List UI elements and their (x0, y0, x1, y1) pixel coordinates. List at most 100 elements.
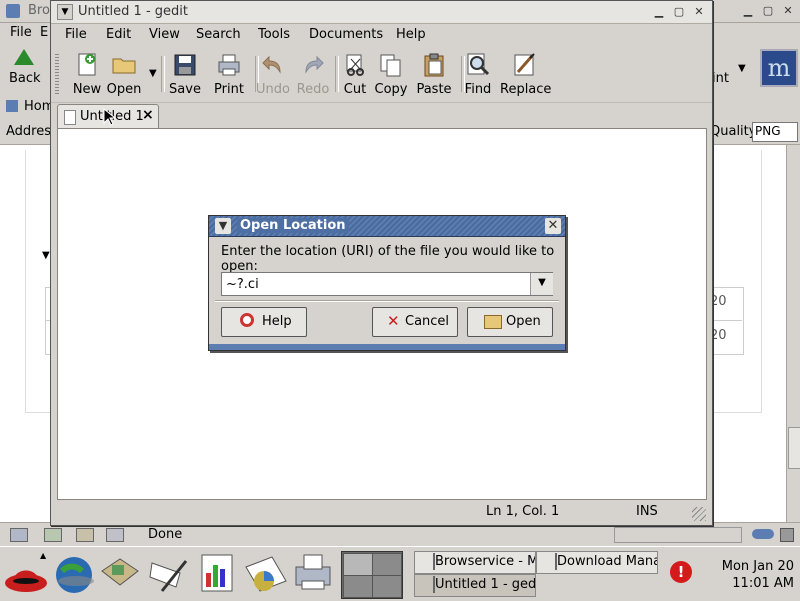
dialog-menu-icon[interactable]: ▼ (215, 218, 231, 234)
dialog-titlebar[interactable]: ▼ Open Location ✕ (209, 216, 565, 237)
paste-button[interactable]: Paste (409, 52, 459, 100)
taskbar-item-gedit[interactable]: Untitled 1 - gedit (414, 574, 536, 597)
print-button[interactable]: Print (204, 52, 254, 100)
browser-menu-file[interactable]: File (10, 25, 32, 40)
chevron-down-icon[interactable]: ▼ (530, 273, 553, 295)
status-icon-3[interactable] (76, 528, 94, 542)
panel-arrow-icon[interactable]: ▲ (40, 551, 46, 560)
save-button[interactable]: Save (160, 52, 210, 100)
workspace-4[interactable] (372, 575, 402, 598)
gedit-titlebar[interactable]: ▼ Untitled 1 - gedit ▁ ▢ ✕ (51, 1, 712, 24)
clock-date: Mon Jan 20 (721, 559, 794, 574)
clipboard-icon (421, 52, 447, 78)
open-label: Open (506, 314, 541, 329)
print-label: Print (214, 82, 244, 97)
toolbar-handle[interactable] (55, 54, 59, 96)
writer-launcher-icon[interactable] (148, 551, 192, 595)
help-button[interactable]: Help (221, 307, 307, 337)
taskbar-item-browservice[interactable]: Browservice - Mo (414, 551, 536, 574)
quality-label: Quality (710, 124, 757, 139)
gedit-statusbar: Ln 1, Col. 1 INS (51, 501, 712, 525)
dialog-bottom-edge (209, 344, 565, 350)
taskbar-item-download-manager[interactable]: Download Manage (536, 551, 658, 574)
menu-edit[interactable]: Edit (106, 27, 131, 42)
workspace-3[interactable] (343, 575, 373, 598)
open-recent-chevron-icon[interactable]: ▼ (149, 68, 157, 79)
find-button[interactable]: Find (453, 52, 503, 100)
back-button[interactable]: Back (9, 71, 41, 86)
chevron-down-icon[interactable]: ▼ (738, 63, 746, 74)
uri-combo[interactable]: ▼ (221, 272, 553, 296)
uri-input[interactable] (222, 273, 530, 295)
menu-tools[interactable]: Tools (258, 27, 290, 42)
workspace-1[interactable] (343, 553, 373, 576)
workspace-2[interactable] (372, 553, 402, 576)
web-browser-launcher-icon[interactable] (52, 551, 96, 595)
window-menu-icon[interactable]: ▼ (57, 4, 73, 20)
mouse-cursor-icon (103, 108, 115, 126)
cursor-position: Ln 1, Col. 1 (486, 504, 560, 519)
lock-icon (780, 528, 794, 542)
insert-mode: INS (636, 504, 658, 519)
gedit-toolbar: New Open ▼ Save Print Undo Redo Cut Copy… (51, 46, 712, 103)
browser-scrollbar[interactable] (786, 145, 800, 522)
collapse-triangle-icon[interactable]: ▼ (42, 250, 50, 261)
help-label: Help (262, 314, 292, 329)
status-icon-4[interactable] (106, 528, 124, 542)
lifebuoy-icon (240, 313, 254, 327)
browser-status-text: Done (148, 527, 183, 542)
home-icon (6, 100, 18, 112)
browser-minimize-icon[interactable]: ▁ (740, 3, 756, 19)
undo-icon (260, 52, 286, 78)
tab-close-icon[interactable]: × (142, 107, 154, 123)
email-launcher-icon[interactable] (98, 551, 142, 595)
menu-view[interactable]: View (149, 27, 180, 42)
close-icon[interactable]: ✕ (691, 4, 707, 20)
progress-bar (614, 527, 742, 543)
dialog-close-icon[interactable]: ✕ (545, 218, 561, 234)
menu-help[interactable]: Help (396, 27, 426, 42)
cancel-button[interactable]: ✕ Cancel (372, 307, 458, 337)
menu-file[interactable]: File (65, 27, 87, 42)
workspace-pager[interactable] (341, 551, 403, 599)
quality-value: PNG (755, 124, 781, 138)
dialog-prompt: Enter the location (URI) of the file you… (221, 244, 555, 274)
maximize-icon[interactable]: ▢ (671, 4, 687, 20)
browser-title: Bro (28, 3, 50, 18)
magnifier-icon (465, 52, 491, 78)
floppy-icon (172, 52, 198, 78)
browser-maximize-icon[interactable]: ▢ (760, 3, 776, 19)
presentation-launcher-icon[interactable] (244, 551, 288, 595)
document-tabbar: Untitled 1 × (51, 102, 712, 129)
connection-icon (752, 529, 774, 539)
replace-button[interactable]: Replace (500, 52, 552, 100)
scroll-thumb[interactable] (788, 427, 800, 469)
resize-grip[interactable] (692, 507, 706, 521)
task-label: Untitled 1 - gedit (435, 577, 536, 592)
status-icon-1[interactable] (10, 528, 28, 542)
menu-documents[interactable]: Documents (309, 27, 383, 42)
menu-search[interactable]: Search (196, 27, 241, 42)
redo-icon (300, 52, 326, 78)
open-button[interactable]: Open (467, 307, 553, 337)
open-button[interactable]: Open (99, 52, 149, 100)
spreadsheet-launcher-icon[interactable] (198, 551, 242, 595)
browser-menu-edit[interactable]: E (40, 25, 48, 40)
open-location-dialog: ▼ Open Location ✕ Enter the location (UR… (208, 215, 566, 351)
clock-time: 11:01 AM (732, 576, 794, 591)
alert-icon[interactable]: ! (670, 561, 692, 583)
printer-icon (216, 52, 242, 78)
replace-label: Replace (500, 82, 552, 97)
folder-open-icon (111, 52, 137, 78)
new-document-icon (74, 52, 100, 78)
cancel-label: Cancel (405, 314, 450, 329)
status-icon-2[interactable] (44, 528, 62, 542)
panel-clock[interactable]: Mon Jan 20 11:01 AM (712, 558, 794, 592)
printer-launcher-icon[interactable] (292, 551, 336, 595)
browser-print-label[interactable]: int (712, 71, 729, 86)
quality-select[interactable]: PNG (752, 122, 798, 142)
open-label: Open (106, 82, 142, 97)
find-label: Find (464, 82, 492, 97)
browser-close-icon[interactable]: ✕ (780, 3, 796, 19)
minimize-icon[interactable]: ▁ (651, 4, 667, 20)
